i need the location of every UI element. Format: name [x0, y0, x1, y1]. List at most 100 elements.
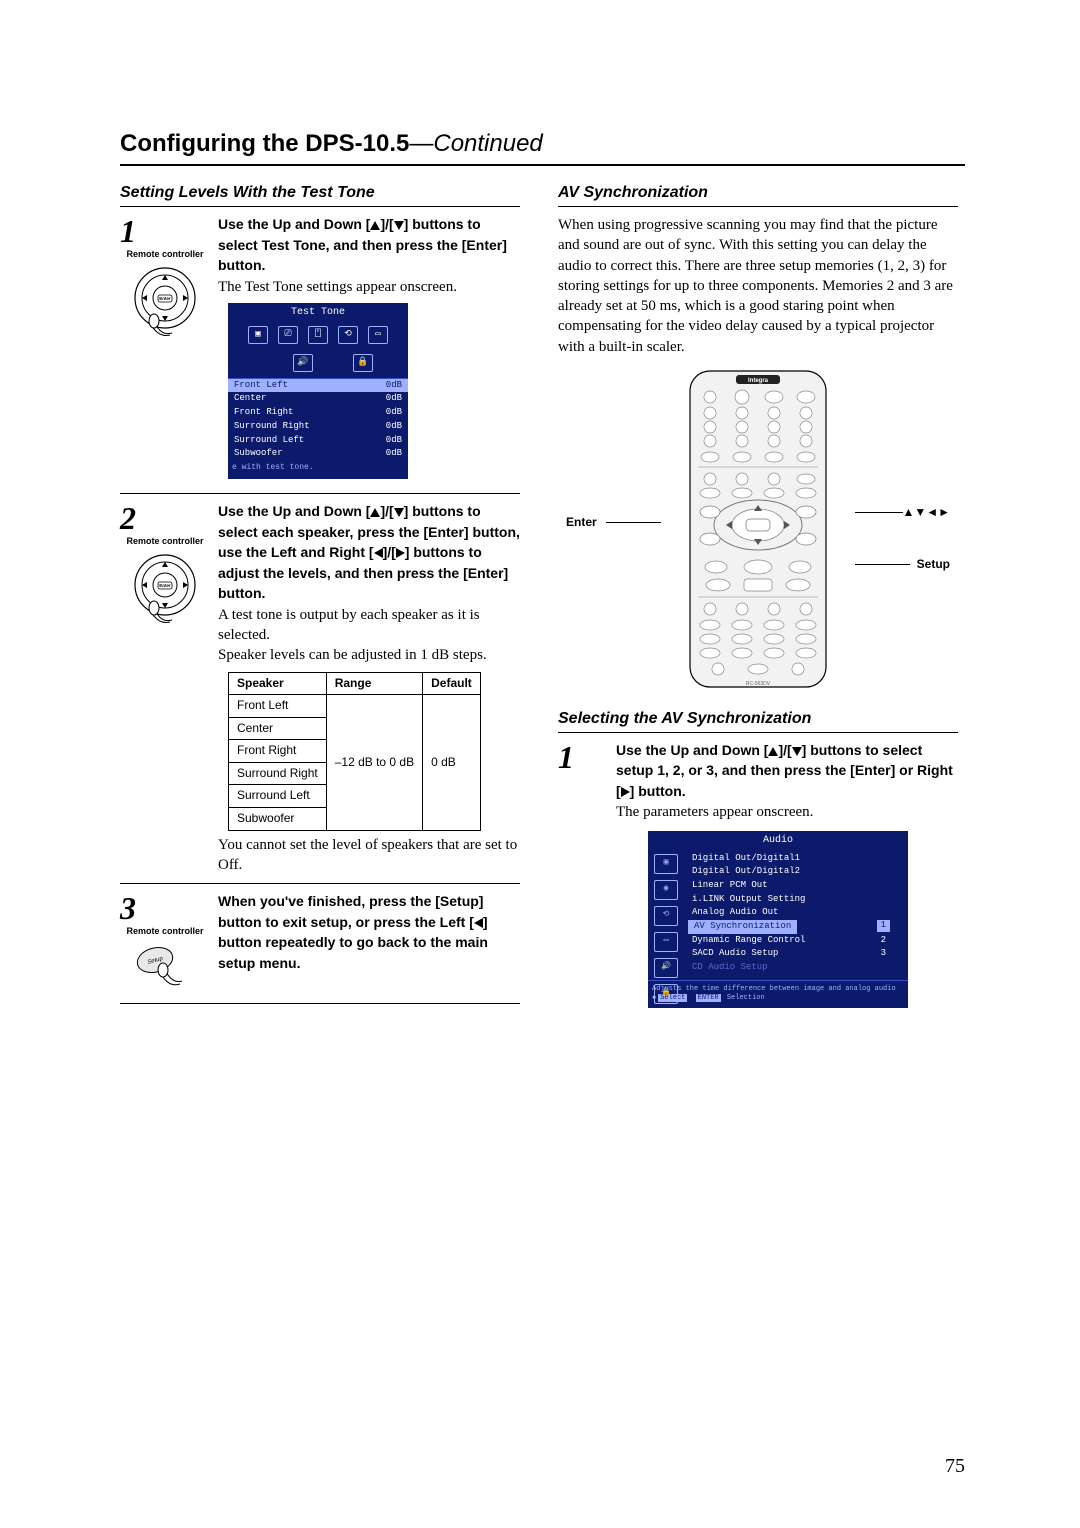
step2-instruction: Use the Up and Down []/[] buttons to sel… — [218, 503, 520, 601]
right-step-1: 1 Use the Up and Down []/[] buttons to s… — [558, 741, 958, 1008]
osd2-side-icon: 🔊 — [654, 958, 678, 978]
step2-note: You cannot set the level of speakers tha… — [218, 835, 520, 876]
up-arrow-icon — [370, 221, 380, 230]
step-3: 3 Remote controller Setup When you've fi… — [120, 892, 520, 995]
leader-line — [855, 512, 903, 513]
osd2-title: Audio — [648, 831, 908, 850]
osd1-footer: e with test tone. — [228, 461, 408, 479]
leader-line — [606, 522, 661, 523]
th-range: Range — [326, 672, 422, 695]
setup-label: Setup — [917, 557, 950, 571]
remote-controller-label: Remote controller — [120, 536, 210, 546]
step-1: 1 Remote controller Enter — [120, 215, 520, 485]
svg-text:Enter: Enter — [159, 296, 171, 301]
up-arrow-icon — [768, 747, 778, 756]
right-heading1: AV Synchronization — [558, 184, 958, 202]
step-divider — [120, 493, 520, 494]
down-arrow-icon — [792, 747, 802, 756]
osd2-item-selected: AV Synchronization — [688, 920, 797, 934]
osd2-num: 2 — [877, 935, 890, 947]
osd-icon: ⟲ — [338, 326, 358, 344]
page-title-bold: Configuring the DPS-10.5 — [120, 130, 409, 157]
step3-number: 3 — [120, 892, 210, 924]
osd2-side-icon: ▣ — [654, 854, 678, 874]
osd-row: Front Left0dB — [228, 379, 408, 393]
leader-line — [855, 564, 910, 565]
step2-body1: A test tone is output by each speaker as… — [218, 605, 520, 646]
osd-icon: 🔒 — [353, 354, 373, 372]
osd2-item: Digital Out/Digital1 — [688, 852, 908, 866]
right-head-rule — [558, 206, 958, 207]
remote-setup-diagram: Setup — [130, 940, 200, 995]
remote-enter-diagram: Enter — [130, 550, 200, 630]
step1-number: 1 — [120, 215, 210, 247]
osd2-item: Dynamic Range Control2 — [688, 934, 908, 948]
table-cell: Surround Right — [229, 762, 327, 785]
enter-label: Enter — [566, 515, 597, 529]
th-speaker: Speaker — [229, 672, 327, 695]
remote-controller-label: Remote controller — [120, 249, 210, 259]
page-number: 75 — [945, 1455, 965, 1478]
osd-audio-menu: Audio ▣ ◉ ⟲ ▭ 🔊 🔒 Digital Ou — [648, 831, 908, 1009]
remote-controller-label: Remote controller — [120, 926, 210, 936]
arrows-label: ▲▼◄► — [902, 505, 950, 519]
remote-model: RC-563DV — [746, 681, 771, 687]
av-sync-paragraph: When using progressive scanning you may … — [558, 215, 958, 357]
osd-icon: 🔊 — [293, 354, 313, 372]
table-cell: Front Right — [229, 740, 327, 763]
osd-row: Surround Right0dB — [228, 420, 408, 434]
page-title-cont: —Continued — [409, 130, 542, 157]
step2-body2: Speaker levels can be adjusted in 1 dB s… — [218, 645, 520, 665]
svg-text:Integra: Integra — [748, 378, 769, 384]
step1-instruction: Use the Up and Down []/[] buttons to sel… — [218, 216, 507, 273]
step-divider — [120, 1003, 520, 1004]
up-arrow-icon — [370, 508, 380, 517]
osd-row: Surround Left0dB — [228, 434, 408, 448]
remote-controller-figure: Enter ▲▼◄► Setup Integra — [558, 367, 958, 692]
step-2: 2 Remote controller Enter — [120, 502, 520, 875]
osd2-side-icon: ▭ — [654, 932, 678, 952]
osd-icon: ▭ — [368, 326, 388, 344]
step-divider — [120, 883, 520, 884]
table-default: 0 dB — [423, 695, 481, 831]
osd-row: Subwoofer0dB — [228, 447, 408, 461]
osd-row: Front Right0dB — [228, 406, 408, 420]
table-cell: Front Left — [229, 695, 327, 718]
rstep1-number: 1 — [558, 741, 608, 773]
osd2-footer: Adjusts the time difference between imag… — [648, 980, 908, 1009]
table-cell: Subwoofer — [229, 808, 327, 831]
osd2-item: i.LINK Output Setting — [688, 893, 908, 907]
rstep1-instruction: Use the Up and Down []/[] buttons to sel… — [616, 742, 953, 799]
step2-number: 2 — [120, 502, 210, 534]
svg-text:Enter: Enter — [159, 583, 171, 588]
osd2-side-icon: ⟲ — [654, 906, 678, 926]
down-arrow-icon — [394, 508, 404, 517]
osd2-item: SACD Audio Setup3 — [688, 947, 908, 961]
th-default: Default — [423, 672, 481, 695]
osd2-side-icon: 🔒 — [654, 984, 678, 1004]
osd1-title: Test Tone — [228, 303, 408, 322]
osd2-item-disabled: CD Audio Setup — [688, 961, 908, 975]
right-heading2: Selecting the AV Synchronization — [558, 710, 958, 728]
remote-enter-diagram: Enter — [130, 263, 200, 343]
osd-icon: ⍞ — [308, 326, 328, 344]
osd-row: Center0dB — [228, 392, 408, 406]
left-arrow-icon — [374, 548, 383, 558]
rstep1-body: The parameters appear onscreen. — [616, 802, 958, 822]
osd2-item: Analog Audio Out — [688, 906, 908, 920]
table-range: –12 dB to 0 dB — [326, 695, 422, 831]
right-arrow-icon — [396, 548, 405, 558]
osd2-item: Linear PCM Out — [688, 879, 908, 893]
left-arrow-icon — [474, 918, 483, 928]
right-head2-rule — [558, 732, 958, 733]
osd2-item: Digital Out/Digital2 — [688, 865, 908, 879]
title-rule — [120, 164, 965, 166]
down-arrow-icon — [394, 221, 404, 230]
osd2-side-icon: ◉ — [654, 880, 678, 900]
table-cell: Center — [229, 717, 327, 740]
osd-test-tone: Test Tone ▣ ⎚ ⍞ ⟲ ▭ 🔊 🔒 — [228, 303, 408, 480]
speaker-table: Speaker Range Default Front Left–12 dB t… — [228, 672, 481, 831]
osd2-num: 3 — [877, 948, 890, 960]
right-arrow-icon — [621, 787, 630, 797]
remote-controller-illustration: Integra — [658, 367, 858, 692]
